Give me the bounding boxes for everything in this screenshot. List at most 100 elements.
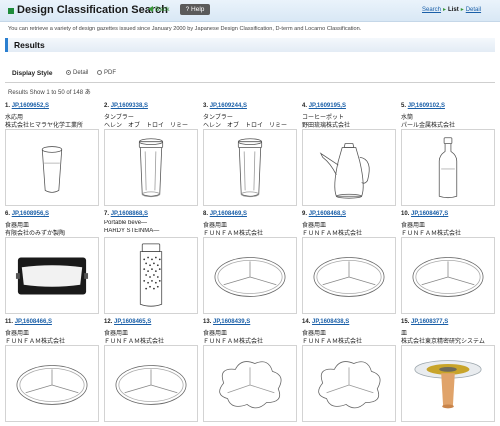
result-id-link[interactable]: JP,1608465,S: [114, 319, 151, 325]
result-owner: ＦＵＮＦＡＭ株式会社: [302, 339, 363, 345]
result-number: 15. JP,1608377,S: [401, 319, 448, 325]
result-index: 10.: [401, 211, 410, 217]
result-index: 4.: [302, 103, 308, 109]
result-id-link[interactable]: JP,1609195,S: [309, 103, 346, 109]
intro-text: You can retrieve a variety of design gaz…: [8, 26, 362, 32]
result-index: 5.: [401, 103, 407, 109]
result-id-link[interactable]: JP,1608439,S: [213, 319, 250, 325]
result-card: 8. JP,1608469,S 食器用皿 ＦＵＮＦＡＭ株式会社: [203, 211, 299, 315]
result-card: 14. JP,1608438,S 食器用皿 ＦＵＮＦＡＭ株式会社: [302, 319, 398, 423]
result-id-link[interactable]: JP,1608467,S: [411, 211, 448, 217]
result-owner: ヘレン オブ トロイ リミー: [203, 123, 288, 129]
result-thumbnail[interactable]: [5, 345, 99, 422]
result-number: 11. JP,1608466,S: [5, 319, 52, 325]
result-index: 15.: [401, 319, 410, 325]
result-thumbnail[interactable]: [203, 345, 297, 422]
step-search[interactable]: Search: [422, 7, 441, 13]
result-thumbnail[interactable]: [5, 237, 99, 314]
help-button[interactable]: ? Help: [180, 4, 210, 15]
result-card: 5. JP,1609102,S 水筒 パール金属株式会社: [401, 103, 497, 207]
result-id-link[interactable]: JP,1609244,S: [210, 103, 247, 109]
result-thumbnail[interactable]: [302, 237, 396, 314]
step-list: List: [448, 7, 459, 13]
tray-icon: [6, 238, 98, 313]
result-number: 9. JP,1608468,S: [302, 211, 346, 217]
result-owner: 株式会社ヒマラヤ化学工業所: [5, 123, 84, 129]
result-index: 2.: [104, 103, 110, 109]
breadcrumb: Search ▸ List ▸ Detail: [422, 6, 481, 13]
result-index: 7.: [104, 211, 110, 217]
result-index: 14.: [302, 319, 311, 325]
result-thumbnail[interactable]: [203, 129, 297, 206]
result-number: 7. JP,1608868,S: [104, 211, 148, 217]
radio-selected-icon: [66, 70, 71, 75]
result-number: 2. JP,1609338,S: [104, 103, 148, 109]
result-number: 4. JP,1609195,S: [302, 103, 346, 109]
result-thumbnail[interactable]: [5, 129, 99, 206]
result-thumbnail[interactable]: [401, 129, 495, 206]
result-id-link[interactable]: JP,1608438,S: [312, 319, 349, 325]
result-id-link[interactable]: JP,1608469,S: [210, 211, 247, 217]
plate-icon: [115, 365, 187, 405]
result-owner: ＦＵＮＦＡＭ株式会社: [203, 339, 264, 345]
result-id-link[interactable]: JP,1609652,S: [12, 103, 49, 109]
result-thumbnail[interactable]: [104, 129, 198, 206]
result-index: 1.: [5, 103, 11, 109]
result-owner: パール金属株式会社: [401, 123, 456, 129]
step-detail[interactable]: Detail: [466, 7, 481, 13]
result-number: 10. JP,1608467,S: [401, 211, 448, 217]
result-owner: ＦＵＮＦＡＭ株式会社: [104, 339, 165, 345]
result-id-link[interactable]: JP,1608468,S: [309, 211, 346, 217]
coffee-pot-icon: [319, 143, 370, 199]
plate-icon: [412, 257, 484, 297]
page-title: Design Classification Search: [17, 4, 168, 16]
result-owner: HARDY STEINMA—: [104, 228, 160, 234]
result-id-link[interactable]: JP,1609338,S: [111, 103, 148, 109]
radio-pdf[interactable]: PDF: [97, 70, 116, 76]
result-thumbnail[interactable]: [401, 237, 495, 314]
result-thumbnail[interactable]: [104, 237, 198, 314]
flower-plate-icon: [318, 361, 381, 409]
result-thumbnail[interactable]: [401, 345, 495, 422]
result-number: 6. JP,1608956,S: [5, 211, 49, 217]
flask-icon: [139, 243, 163, 307]
cup-icon: [41, 146, 63, 193]
result-number: 12. JP,1608465,S: [104, 319, 151, 325]
step-arrow-icon: ▸: [443, 7, 447, 13]
result-thumbnail[interactable]: [203, 237, 297, 314]
radio-detail-label: Detail: [73, 70, 89, 76]
result-card: 1. JP,1609652,S 水応用 株式会社ヒマラヤ化学工業所: [5, 103, 101, 207]
result-thumbnail[interactable]: [104, 345, 198, 422]
result-id-link[interactable]: JP,1609102,S: [408, 103, 445, 109]
result-owner: 株式会社東京精密研究システム: [401, 339, 485, 345]
result-id-link[interactable]: JP,1608868,S: [111, 211, 148, 217]
radio-detail[interactable]: Detail: [66, 70, 88, 76]
result-id-link[interactable]: JP,1608956,S: [12, 211, 49, 217]
result-card: 3. JP,1609244,S タンブラー ヘレン オブ トロイ リミー: [203, 103, 299, 207]
result-article-name: Portable beve—: [104, 220, 148, 226]
divider: [5, 82, 495, 83]
result-thumbnail[interactable]: [302, 129, 396, 206]
stand-plate-icon: [414, 360, 482, 409]
result-number: 14. JP,1608438,S: [302, 319, 349, 325]
result-number: 1. JP,1609652,S: [5, 103, 49, 109]
result-index: 11.: [5, 319, 14, 325]
back-link[interactable]: Back: [148, 6, 169, 13]
result-card: 7. JP,1608868,S Portable beve— HARDY STEIN…: [104, 211, 200, 315]
flower-plate-icon: [219, 361, 282, 409]
result-card: 10. JP,1608467,S 食器用皿 ＦＵＮＦＡＭ株式会社: [401, 211, 497, 315]
result-id-link[interactable]: JP,1608466,S: [15, 319, 52, 325]
result-owner: 有限会社のみずか製陶: [5, 231, 66, 237]
header-bar: Design Classification Search Back ? Help…: [0, 0, 500, 22]
bottle-icon: [438, 137, 458, 199]
result-card: 2. JP,1609338,S タンブラー ヘレン オブ トロイ リミー: [104, 103, 200, 207]
result-thumbnail[interactable]: [302, 345, 396, 422]
result-id-link[interactable]: JP,1608377,S: [411, 319, 448, 325]
result-number: 5. JP,1609102,S: [401, 103, 445, 109]
back-arrow-icon: [148, 6, 153, 13]
result-number: 8. JP,1608469,S: [203, 211, 247, 217]
result-card: 13. JP,1608439,S 食器用皿 ＦＵＮＦＡＭ株式会社: [203, 319, 299, 423]
radio-unselected-icon: [97, 70, 102, 75]
result-card: 6. JP,1608956,S 食器用皿 有限会社のみずか製陶: [5, 211, 101, 315]
result-card: 9. JP,1608468,S 食器用皿 ＦＵＮＦＡＭ株式会社: [302, 211, 398, 315]
